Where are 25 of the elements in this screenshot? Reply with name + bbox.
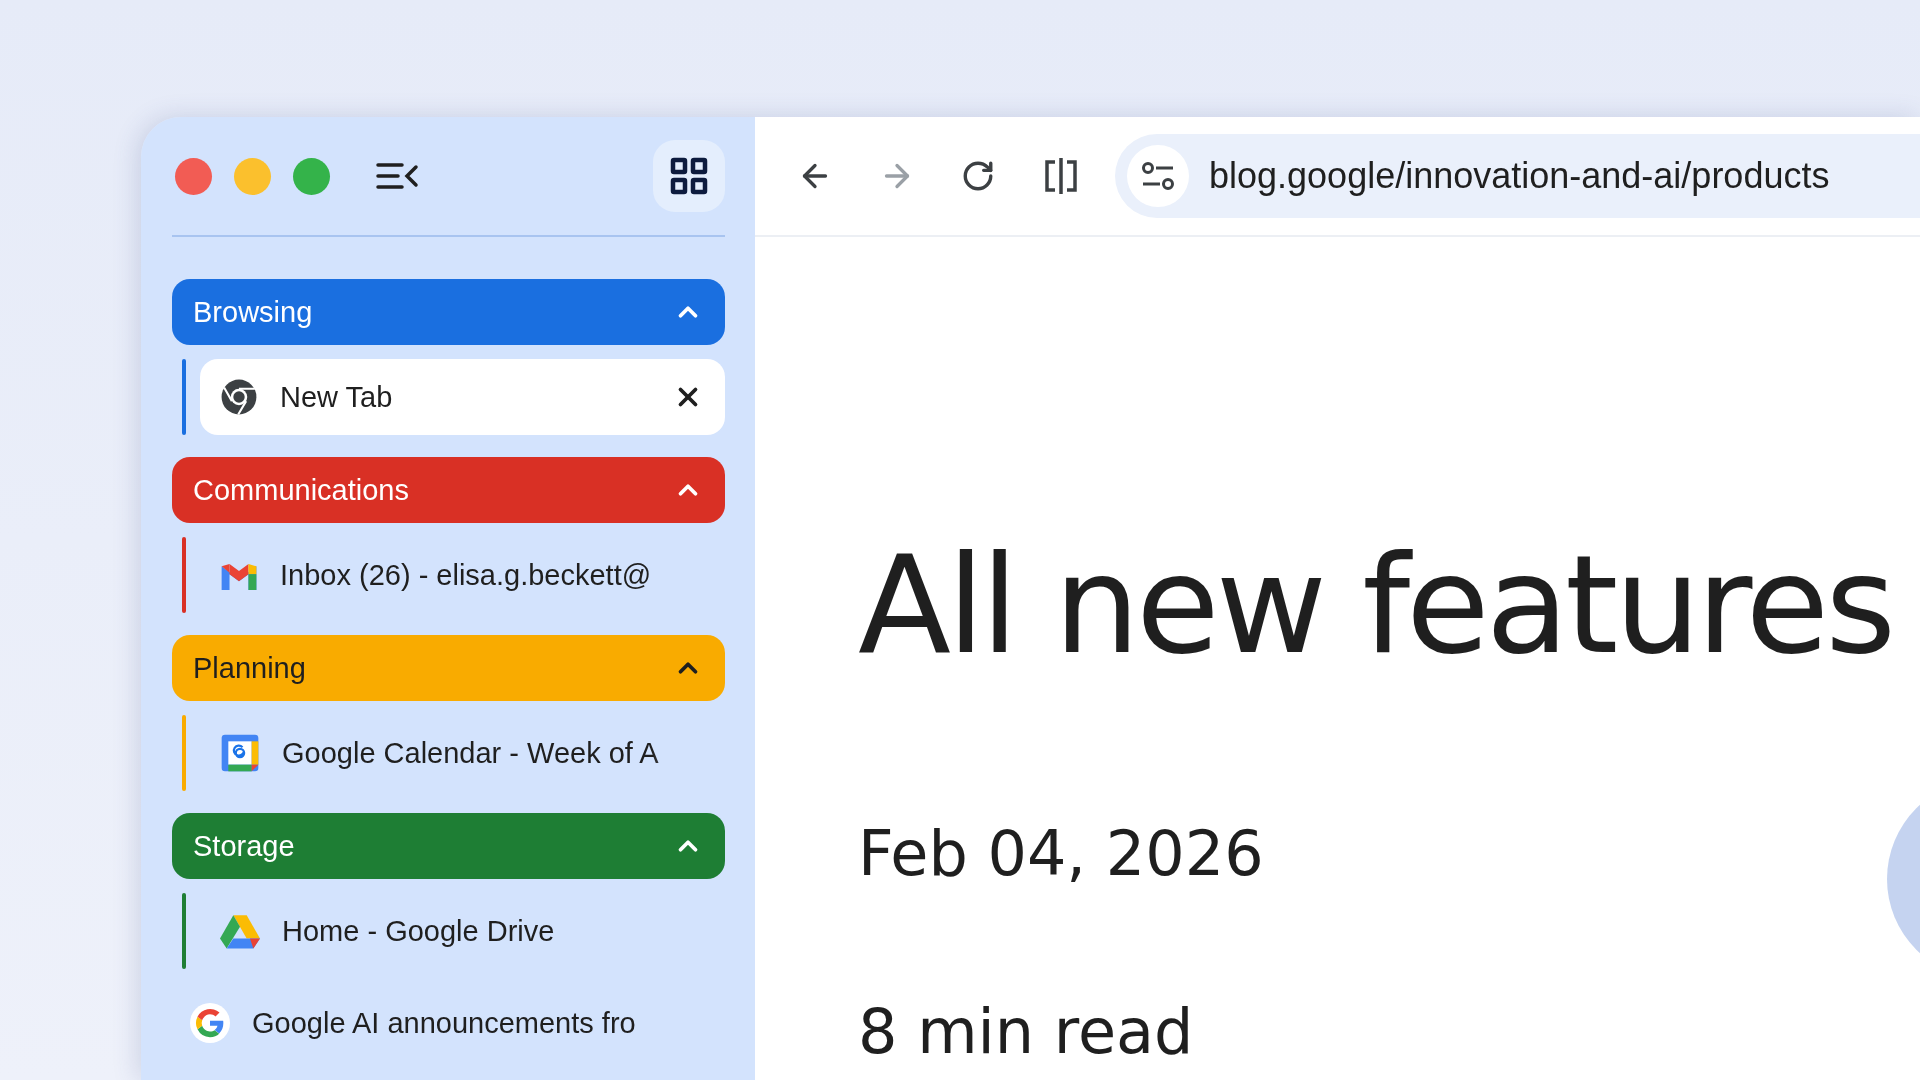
reload-button[interactable] xyxy=(961,159,995,193)
read-time: 8 min read xyxy=(858,1001,1195,1063)
drive-icon xyxy=(220,913,260,949)
close-window-button[interactable] xyxy=(175,157,212,195)
chrome-icon xyxy=(220,378,258,416)
tab-item[interactable]: Google AI announcements fro xyxy=(172,985,725,1061)
tab-item[interactable]: Inbox (26) - elisa.g.beckett@ xyxy=(200,537,725,613)
collapse-sidebar-icon[interactable] xyxy=(376,161,420,191)
grid-icon xyxy=(670,157,708,195)
article-title: All new features xyxy=(858,537,1894,673)
article-date: Feb 04, 2026 xyxy=(858,823,1265,885)
google-icon xyxy=(190,1003,230,1043)
tab-overview-button[interactable] xyxy=(653,140,725,212)
site-settings-button[interactable] xyxy=(1127,145,1189,207)
tab-item[interactable]: Google Calendar - Week of A xyxy=(200,715,725,791)
tab-group-header[interactable]: Planning xyxy=(172,635,725,701)
tab-group-header[interactable]: Communications xyxy=(172,457,725,523)
address-bar[interactable]: blog.google/innovation-and-ai/products xyxy=(1115,134,1920,218)
tab-item[interactable]: New Tab xyxy=(200,359,725,435)
calendar-icon xyxy=(220,733,260,773)
tab-item[interactable]: Home - Google Drive xyxy=(200,893,725,969)
sliders-icon xyxy=(1141,161,1175,191)
tab-group-header[interactable]: Browsing xyxy=(172,279,725,345)
url-text: blog.google/innovation-and-ai/products xyxy=(1209,155,1830,197)
tab-group-header[interactable]: Storage xyxy=(172,813,725,879)
